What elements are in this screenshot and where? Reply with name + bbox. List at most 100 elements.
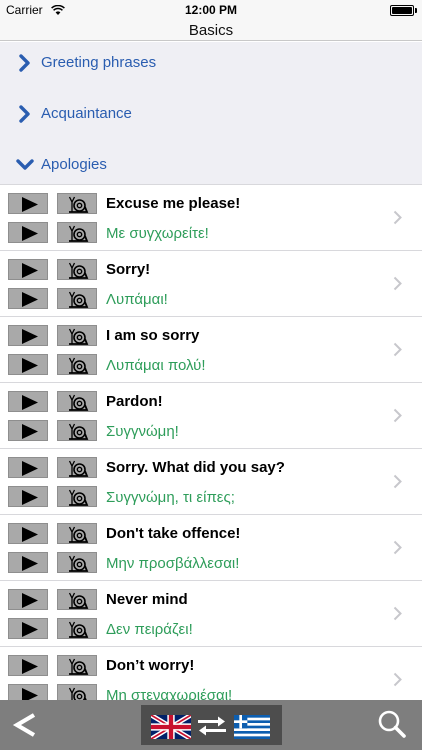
play-icon [22, 358, 38, 373]
slow-play-english-button[interactable] [57, 193, 97, 214]
greek-phrase: Συγγνώμη, τι είπες; [106, 489, 235, 506]
play-icon [22, 556, 38, 571]
play-greek-button[interactable] [8, 222, 48, 243]
snail-icon [68, 394, 89, 411]
section-label: Greeting phrases [41, 54, 157, 71]
play-icon [22, 395, 38, 410]
slow-play-greek-button[interactable] [57, 420, 97, 441]
greek-phrase: Μη στεναχωριέσαι! [106, 687, 233, 700]
slow-play-english-button[interactable] [57, 259, 97, 280]
play-greek-button[interactable] [8, 354, 48, 375]
english-phrase: Sorry! [106, 261, 151, 278]
phrase-row[interactable]: Excuse me please! Με συγχωρείτε! [0, 185, 422, 251]
bottom-toolbar [0, 700, 422, 750]
nav-bar: Basics [0, 20, 422, 41]
play-icon [22, 329, 38, 344]
play-icon [22, 424, 38, 439]
slow-play-english-button[interactable] [57, 655, 97, 676]
chevron-right-icon [393, 408, 402, 423]
play-icon [22, 197, 38, 212]
snail-icon [68, 526, 89, 543]
snail-icon [68, 658, 89, 675]
snail-icon [68, 262, 89, 279]
greek-phrase: Δεν πειράζει! [106, 621, 193, 638]
phrase-row[interactable]: Don't take offence! Μην προσβάλλεσαι! [0, 515, 422, 581]
phrase-row[interactable]: I am so sorry Λυπάμαι πολύ! [0, 317, 422, 383]
chevron-right-icon [393, 276, 402, 291]
english-phrase: Don't take offence! [106, 525, 241, 542]
play-greek-button[interactable] [8, 684, 48, 700]
slow-play-greek-button[interactable] [57, 354, 97, 375]
uk-flag-icon [151, 715, 191, 739]
slow-play-greek-button[interactable] [57, 486, 97, 507]
slow-play-greek-button[interactable] [57, 684, 97, 700]
slow-play-greek-button[interactable] [57, 552, 97, 573]
play-icon [22, 622, 38, 637]
play-english-button[interactable] [8, 589, 48, 610]
play-greek-button[interactable] [8, 552, 48, 573]
snail-icon [68, 196, 89, 213]
play-greek-button[interactable] [8, 618, 48, 639]
english-phrase: Excuse me please! [106, 195, 241, 212]
play-icon [22, 490, 38, 505]
phrase-row[interactable]: Sorry. What did you say? Συγγνώμη, τι εί… [0, 449, 422, 515]
clock: 12:00 PM [184, 3, 238, 17]
phrase-row[interactable]: Pardon! Συγγνώμη! [0, 383, 422, 449]
english-phrase: Pardon! [106, 393, 163, 410]
greek-phrase: Λυπάμαι πολύ! [106, 357, 206, 374]
greek-phrase: Λυπάμαι! [106, 291, 168, 308]
play-english-button[interactable] [8, 259, 48, 280]
greek-phrase: Με συγχωρείτε! [106, 225, 209, 242]
play-icon [22, 659, 38, 674]
phrase-row[interactable]: Never mind Δεν πειράζει! [0, 581, 422, 647]
play-icon [22, 263, 38, 278]
english-phrase: I am so sorry [106, 327, 200, 344]
greek-phrase: Συγγνώμη! [106, 423, 179, 440]
slow-play-english-button[interactable] [57, 325, 97, 346]
play-icon [22, 461, 38, 476]
slow-play-english-button[interactable] [57, 391, 97, 412]
play-icon [22, 527, 38, 542]
snail-icon [68, 592, 89, 609]
phrase-row[interactable]: Sorry! Λυπάμαι! [0, 251, 422, 317]
greek-flag-icon [234, 715, 270, 739]
slow-play-english-button[interactable] [57, 589, 97, 610]
back-chevron-icon[interactable] [12, 711, 38, 739]
play-english-button[interactable] [8, 457, 48, 478]
slow-play-english-button[interactable] [57, 523, 97, 544]
slow-play-greek-button[interactable] [57, 288, 97, 309]
play-english-button[interactable] [8, 193, 48, 214]
english-phrase: Never mind [106, 591, 188, 608]
play-icon [22, 688, 38, 700]
play-icon [22, 226, 38, 241]
slow-play-greek-button[interactable] [57, 222, 97, 243]
chevron-right-icon [393, 474, 402, 489]
play-greek-button[interactable] [8, 486, 48, 507]
play-greek-button[interactable] [8, 288, 48, 309]
phrase-row[interactable]: Don’t worry! Μη στεναχωριέσαι! [0, 647, 422, 700]
snail-icon [68, 423, 89, 440]
snail-icon [68, 555, 89, 572]
play-english-button[interactable] [8, 325, 48, 346]
slow-play-greek-button[interactable] [57, 618, 97, 639]
battery-icon [390, 5, 414, 16]
play-english-button[interactable] [8, 523, 48, 544]
slow-play-english-button[interactable] [57, 457, 97, 478]
play-english-button[interactable] [8, 655, 48, 676]
section-label: Apologies [41, 156, 107, 173]
english-phrase: Sorry. What did you say? [106, 459, 285, 476]
section-list: Greeting phrases Acquaintance Apologies [0, 42, 422, 184]
play-english-button[interactable] [8, 391, 48, 412]
chevron-right-icon [393, 672, 402, 687]
chevron-right-icon [393, 210, 402, 225]
phrase-list: Excuse me please! Με συγχωρείτε! Sorry! … [0, 184, 422, 700]
section-acquaintance[interactable]: Acquaintance [0, 93, 422, 143]
chevron-right-icon [393, 540, 402, 555]
play-greek-button[interactable] [8, 420, 48, 441]
section-label: Acquaintance [41, 105, 132, 122]
snail-icon [68, 225, 89, 242]
section-greeting-phrases[interactable]: Greeting phrases [0, 42, 422, 92]
language-switch-button[interactable] [141, 705, 282, 745]
snail-icon [68, 489, 89, 506]
magnifier-icon[interactable] [376, 708, 408, 740]
